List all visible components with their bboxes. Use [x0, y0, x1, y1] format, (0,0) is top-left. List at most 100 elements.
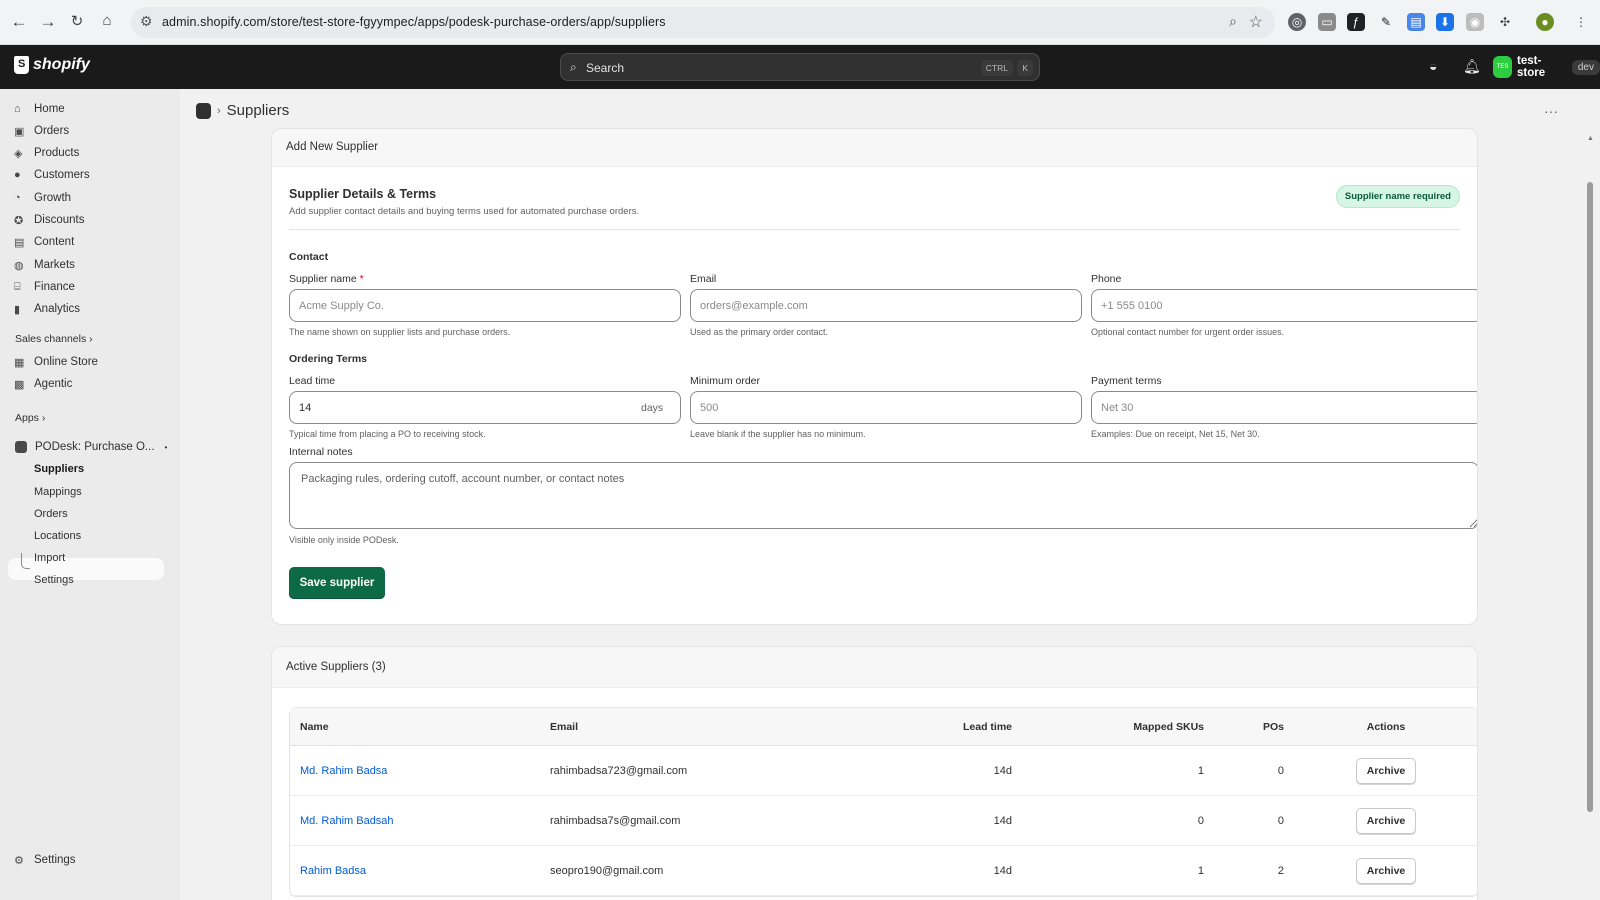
site-info-icon[interactable]: ⚙ [140, 13, 153, 30]
shopify-logo[interactable]: shopify [14, 56, 90, 74]
apps-label: Apps [15, 412, 39, 424]
sidebar-subitem-orders[interactable]: Orders [34, 508, 68, 520]
minimum-order-input[interactable] [690, 391, 1082, 424]
supplier-pos: 2 [1214, 846, 1294, 896]
supplier-name-label: Supplier name * [289, 273, 364, 285]
search-bar[interactable]: ⌕ Search CTRL K [560, 53, 1040, 81]
supplier-name-input[interactable] [289, 289, 681, 322]
extension-download-icon[interactable]: ⬇ [1436, 13, 1454, 31]
sidebar-subitem-import[interactable]: Import [34, 552, 65, 564]
supplier-email: rahimbadsa723@gmail.com [540, 746, 860, 796]
sidebar-item-orders[interactable]: ▣ Orders [14, 120, 69, 142]
sidebar-item-discounts[interactable]: ✪ Discounts [14, 209, 85, 231]
sidebar-item-label: Finance [34, 281, 75, 293]
payment-terms-input[interactable] [1091, 391, 1477, 424]
extension-compass-icon[interactable]: ◎ [1288, 13, 1306, 31]
section-description: Add supplier contact details and buying … [289, 206, 640, 217]
sidebar-subitem-locations[interactable]: Locations [34, 530, 81, 542]
more-actions-icon[interactable]: ··· [1544, 103, 1558, 119]
bookmark-star-icon[interactable]: ☆ [1249, 12, 1263, 32]
reload-icon[interactable]: ↻ [66, 12, 88, 30]
archive-button[interactable]: Archive [1355, 807, 1417, 834]
archive-button[interactable]: Archive [1355, 857, 1417, 884]
sidebar-item-label: Analytics [34, 303, 81, 315]
apps-heading[interactable]: Apps › [15, 412, 45, 424]
add-supplier-header: Add New Supplier [272, 129, 1477, 167]
sidebar-item-products[interactable]: ◈ Products [14, 142, 79, 164]
store-name: test-store [1517, 55, 1546, 79]
scrollbar-thumb[interactable] [1587, 182, 1593, 812]
bell-icon[interactable]: 🔔︎ [1463, 58, 1481, 75]
extensions-puzzle-icon[interactable]: ✣ [1496, 13, 1514, 31]
admin-topbar: shopify ⌕ Search CTRL K ◒ 🔔︎ TES test-st… [0, 45, 1600, 89]
save-supplier-button[interactable]: Save supplier [289, 567, 385, 599]
supplier-name-link[interactable]: Rahim Badsa [300, 865, 366, 877]
extension-font-icon[interactable]: ƒ [1347, 13, 1365, 31]
lead-time-input[interactable] [289, 391, 681, 424]
sidebar-item-growth[interactable]: ◔ Growth [14, 187, 71, 209]
phone-input[interactable] [1091, 289, 1477, 322]
table-row: Rahim Badsa seopro190@gmail.com 14d 1 2 … [290, 846, 1477, 896]
supplier-lead-time: 14d [860, 846, 1022, 896]
sidebar-item-label: Discounts [34, 214, 85, 226]
sidebar-item-markets[interactable]: ◍ Markets [14, 254, 75, 276]
sales-channels-heading[interactable]: Sales channels › [15, 333, 93, 345]
pin-dot-icon[interactable]: • [165, 443, 168, 452]
table-row: Md. Rahim Badsah rahimbadsa7s@gmail.com … [290, 796, 1477, 846]
sidebar-item-label: Settings [34, 854, 76, 866]
scrollbar[interactable]: ▲ [1587, 135, 1594, 855]
sidebar-subitem-suppliers[interactable]: Suppliers [34, 463, 84, 475]
zoom-icon[interactable]: ⌕ [1229, 13, 1237, 30]
archive-button[interactable]: Archive [1355, 757, 1417, 784]
store-menu[interactable]: TES test-store dev [1493, 55, 1600, 79]
supplier-name-link[interactable]: Md. Rahim Badsah [300, 815, 394, 827]
sidebar-item-agentic[interactable]: ▩ Agentic [14, 373, 72, 395]
sidekick-icon[interactable]: ◒ [1429, 58, 1437, 74]
supplier-name-link[interactable]: Md. Rahim Badsa [300, 765, 387, 777]
podesk-app-icon[interactable] [196, 102, 211, 119]
shortcut-ctrl: CTRL [980, 60, 1013, 76]
extension-pen-icon[interactable]: ✎ [1377, 13, 1395, 31]
forward-arrow-icon[interactable]: → [37, 12, 59, 32]
column-actions: Actions [1294, 708, 1477, 746]
extension-screen-icon[interactable]: ▭ [1318, 13, 1336, 31]
column-email: Email [540, 708, 860, 746]
sidebar-item-finance[interactable]: ⌸ Finance [14, 276, 75, 298]
inbox-icon: ▣ [14, 125, 25, 138]
sidebar-item-podesk-app[interactable]: PODesk: Purchase O... • [15, 436, 167, 458]
email-help: Used as the primary order contact. [690, 327, 829, 337]
extension-camera-icon[interactable]: ◉ [1466, 13, 1484, 31]
shortcut-k: K [1017, 60, 1033, 76]
sidebar-item-label: Markets [34, 259, 75, 271]
email-input[interactable] [690, 289, 1082, 322]
ordering-terms-heading: Ordering Terms [289, 353, 367, 365]
extension-doc-icon[interactable]: ▤ [1407, 13, 1425, 31]
active-item-highlight [8, 558, 164, 580]
sidebar-item-label: Products [34, 147, 80, 159]
home-icon: ⌂ [14, 103, 21, 115]
minimum-order-help: Leave blank if the supplier has no minim… [690, 429, 866, 439]
back-arrow-icon[interactable]: ← [8, 12, 30, 32]
sidebar-item-online-store[interactable]: ▦ Online Store [14, 351, 98, 373]
internal-notes-textarea[interactable] [289, 462, 1477, 529]
required-mark: * [359, 273, 364, 285]
sidebar-item-label: Orders [34, 125, 70, 137]
home-icon[interactable]: ⌂ [96, 12, 118, 29]
url-text[interactable]: admin.shopify.com/store/test-store-fgyym… [162, 15, 666, 29]
sidebar-item-customers[interactable]: ● Customers [14, 164, 90, 186]
browser-menu-icon[interactable]: ⋮ [1572, 13, 1590, 31]
sidebar-item-analytics[interactable]: ▮ Analytics [14, 298, 80, 320]
sidebar-subitem-settings[interactable]: Settings [34, 574, 74, 586]
scroll-up-icon[interactable]: ▲ [1587, 135, 1594, 142]
address-bar[interactable]: ⚙ admin.shopify.com/store/test-store-fgy… [131, 7, 1275, 38]
gauge-icon: ◔ [14, 192, 21, 204]
person-icon: ● [14, 169, 21, 181]
supplier-lead-time: 14d [860, 796, 1022, 846]
sidebar-subitem-mappings[interactable]: Mappings [34, 486, 82, 498]
profile-avatar-icon[interactable]: ● [1536, 13, 1554, 31]
sidebar-item-content[interactable]: ▤ Content [14, 231, 74, 253]
sidebar-item-settings[interactable]: ⚙ Settings [14, 849, 76, 871]
store-avatar: TES [1493, 56, 1513, 78]
contact-heading: Contact [289, 251, 329, 263]
sidebar-item-home[interactable]: ⌂ Home [14, 98, 65, 120]
